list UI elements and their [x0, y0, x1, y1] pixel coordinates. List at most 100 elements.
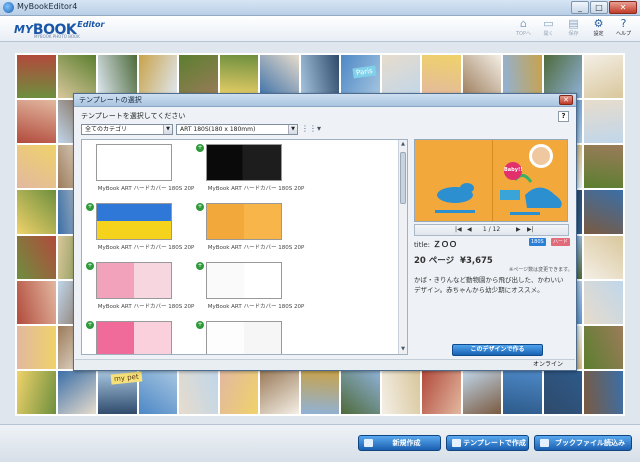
prev-page-icon[interactable]: ◀: [467, 225, 472, 235]
template-grid: ▲ ▼ MyBook ART ハードカバー 180S 20P + MyBook AR…: [81, 139, 408, 355]
scroll-down-icon[interactable]: ▼: [399, 345, 407, 354]
toolbar-label: 開く: [543, 31, 554, 37]
dialog-status-bar: オンライン: [75, 359, 575, 370]
scroll-up-icon[interactable]: ▲: [399, 140, 407, 149]
photo-tile: [179, 55, 218, 99]
title-value: ＺＯＯ: [433, 240, 458, 249]
photo-tile: [584, 235, 623, 279]
toolbar-gear-button[interactable]: ⚙ 設定: [588, 17, 609, 38]
template-thumbnail[interactable]: [206, 144, 282, 181]
title-label: title:: [414, 241, 431, 249]
new-book-label: 新規作成: [392, 439, 421, 447]
new-book-button[interactable]: 新規作成: [358, 435, 441, 451]
template-caption: MyBook ART ハードカバー 180S 20P: [207, 304, 305, 310]
create-from-template-button[interactable]: テンプレートで作成: [446, 435, 529, 451]
app-header: MY BOOK Editor MYBOOK PHOTO BOOK ⌂ TOPへ ▭ 開…: [0, 16, 640, 42]
toolbar-label: 保存: [568, 31, 579, 37]
template-item[interactable]: + MyBook ART ハードカバー 180S 20P: [196, 262, 316, 314]
toolbar-save-button[interactable]: ▤ 保存: [563, 18, 584, 38]
add-icon[interactable]: +: [196, 321, 204, 329]
my-pet-label: my pet: [110, 371, 143, 385]
chevron-down-icon: ▼: [163, 125, 172, 134]
use-design-button[interactable]: このデザインで作る: [452, 344, 543, 356]
template-icon: [452, 439, 461, 447]
page-note: ※ページ数は変更できます。: [509, 267, 573, 273]
toolbar-open-button[interactable]: ▭ 開く: [538, 17, 559, 38]
photo-tile: [17, 280, 56, 324]
template-title: title: ＺＯＯ: [414, 239, 457, 250]
load-book-file-button[interactable]: ブックファイル読込み: [534, 435, 632, 451]
template-caption: MyBook ART ハードカバー 180S 20P: [97, 304, 195, 310]
toolbar-help-button[interactable]: ? ヘルプ: [613, 18, 634, 38]
template-item[interactable]: + MyBook ART ハードカバー 180S 20P: [86, 203, 206, 255]
maximize-button[interactable]: □: [590, 1, 608, 14]
pages-price: 20 ページ ¥3,675: [414, 254, 493, 266]
photo-tile: [138, 370, 178, 414]
toolbar-home-button[interactable]: ⌂ TOPへ: [513, 17, 534, 38]
dialog-close-button[interactable]: ✕: [559, 95, 573, 105]
add-icon[interactable]: +: [86, 203, 94, 211]
view-toggle-button[interactable]: ⋮⋮▾: [301, 124, 321, 134]
minimize-button[interactable]: _: [571, 1, 589, 14]
toolbar-label: 設定: [593, 31, 604, 37]
cover-badge: ハード: [551, 238, 571, 246]
toolbar-label: TOPへ: [515, 31, 531, 37]
photo-tile: [422, 55, 461, 99]
template-item[interactable]: MyBook ART ハードカバー 180S 20P: [86, 144, 206, 196]
photo-tile: [503, 370, 542, 414]
open-icon: ▭: [543, 17, 554, 30]
product-select[interactable]: ART 180S(180 x 180mm) ▼: [176, 124, 298, 135]
photo-tile: [57, 55, 97, 99]
add-icon[interactable]: +: [196, 144, 204, 152]
template-thumbnail[interactable]: [96, 262, 172, 299]
gear-icon: ⚙: [593, 17, 604, 30]
template-thumbnail[interactable]: [96, 144, 172, 181]
photo-tile: [300, 370, 340, 414]
template-caption: MyBook ART ハードカバー 180S 20P: [97, 245, 195, 251]
scroll-thumb[interactable]: [400, 152, 406, 204]
template-thumbnail[interactable]: [206, 321, 282, 354]
template-item[interactable]: +: [196, 321, 316, 354]
app-logo: MY BOOK Editor MYBOOK PHOTO BOOK: [14, 19, 104, 40]
template-item[interactable]: + MyBook ART ハードカバー 180S 20P: [196, 144, 316, 196]
first-page-icon[interactable]: |◀: [455, 225, 462, 235]
photo-tile: [138, 55, 178, 99]
home-icon: ⌂: [520, 17, 527, 30]
category-select-value: 全てのカテゴリ: [85, 126, 128, 133]
template-preview: Baby!!: [414, 139, 568, 222]
last-page-icon[interactable]: ▶|: [527, 225, 534, 235]
template-item[interactable]: + MyBook ART ハードカバー 180S 20P: [86, 262, 206, 314]
template-item[interactable]: +: [86, 321, 206, 354]
preview-baby-label: Baby!!: [504, 167, 523, 173]
add-icon[interactable]: +: [196, 262, 204, 270]
book-file-icon: [540, 439, 549, 447]
help-button[interactable]: ?: [558, 111, 569, 122]
photo-tile: [381, 55, 421, 99]
add-icon[interactable]: +: [86, 321, 94, 329]
online-status: オンライン: [532, 361, 563, 368]
template-thumbnail[interactable]: [206, 203, 282, 240]
photo-tile: [584, 100, 623, 144]
template-item[interactable]: + MyBook ART ハードカバー 180S 20P: [196, 203, 316, 255]
add-icon[interactable]: +: [86, 262, 94, 270]
create-from-template-label: テンプレートで作成: [463, 439, 526, 447]
close-button[interactable]: ✕: [609, 1, 637, 14]
photo-tile: [543, 370, 583, 414]
photo-tile: [422, 370, 461, 414]
chevron-down-icon: ▼: [288, 125, 297, 134]
template-thumbnail[interactable]: [96, 203, 172, 240]
add-icon[interactable]: +: [196, 203, 204, 211]
photo-tile: [260, 370, 299, 414]
next-page-icon[interactable]: ▶: [516, 225, 521, 235]
template-scrollbar[interactable]: ▲ ▼: [398, 140, 407, 354]
category-select[interactable]: 全てのカテゴリ ▼: [81, 124, 173, 135]
photo-tile: [584, 55, 623, 99]
price: ¥3,675: [460, 256, 493, 266]
logo-tagline: MYBOOK PHOTO BOOK: [34, 34, 80, 39]
photo-tile: [462, 370, 502, 414]
template-caption: MyBook ART ハードカバー 180S 20P: [97, 186, 195, 192]
app-icon: [3, 2, 14, 13]
template-thumbnail[interactable]: [206, 262, 282, 299]
photo-tile: [17, 55, 56, 99]
template-thumbnail[interactable]: [96, 321, 172, 354]
